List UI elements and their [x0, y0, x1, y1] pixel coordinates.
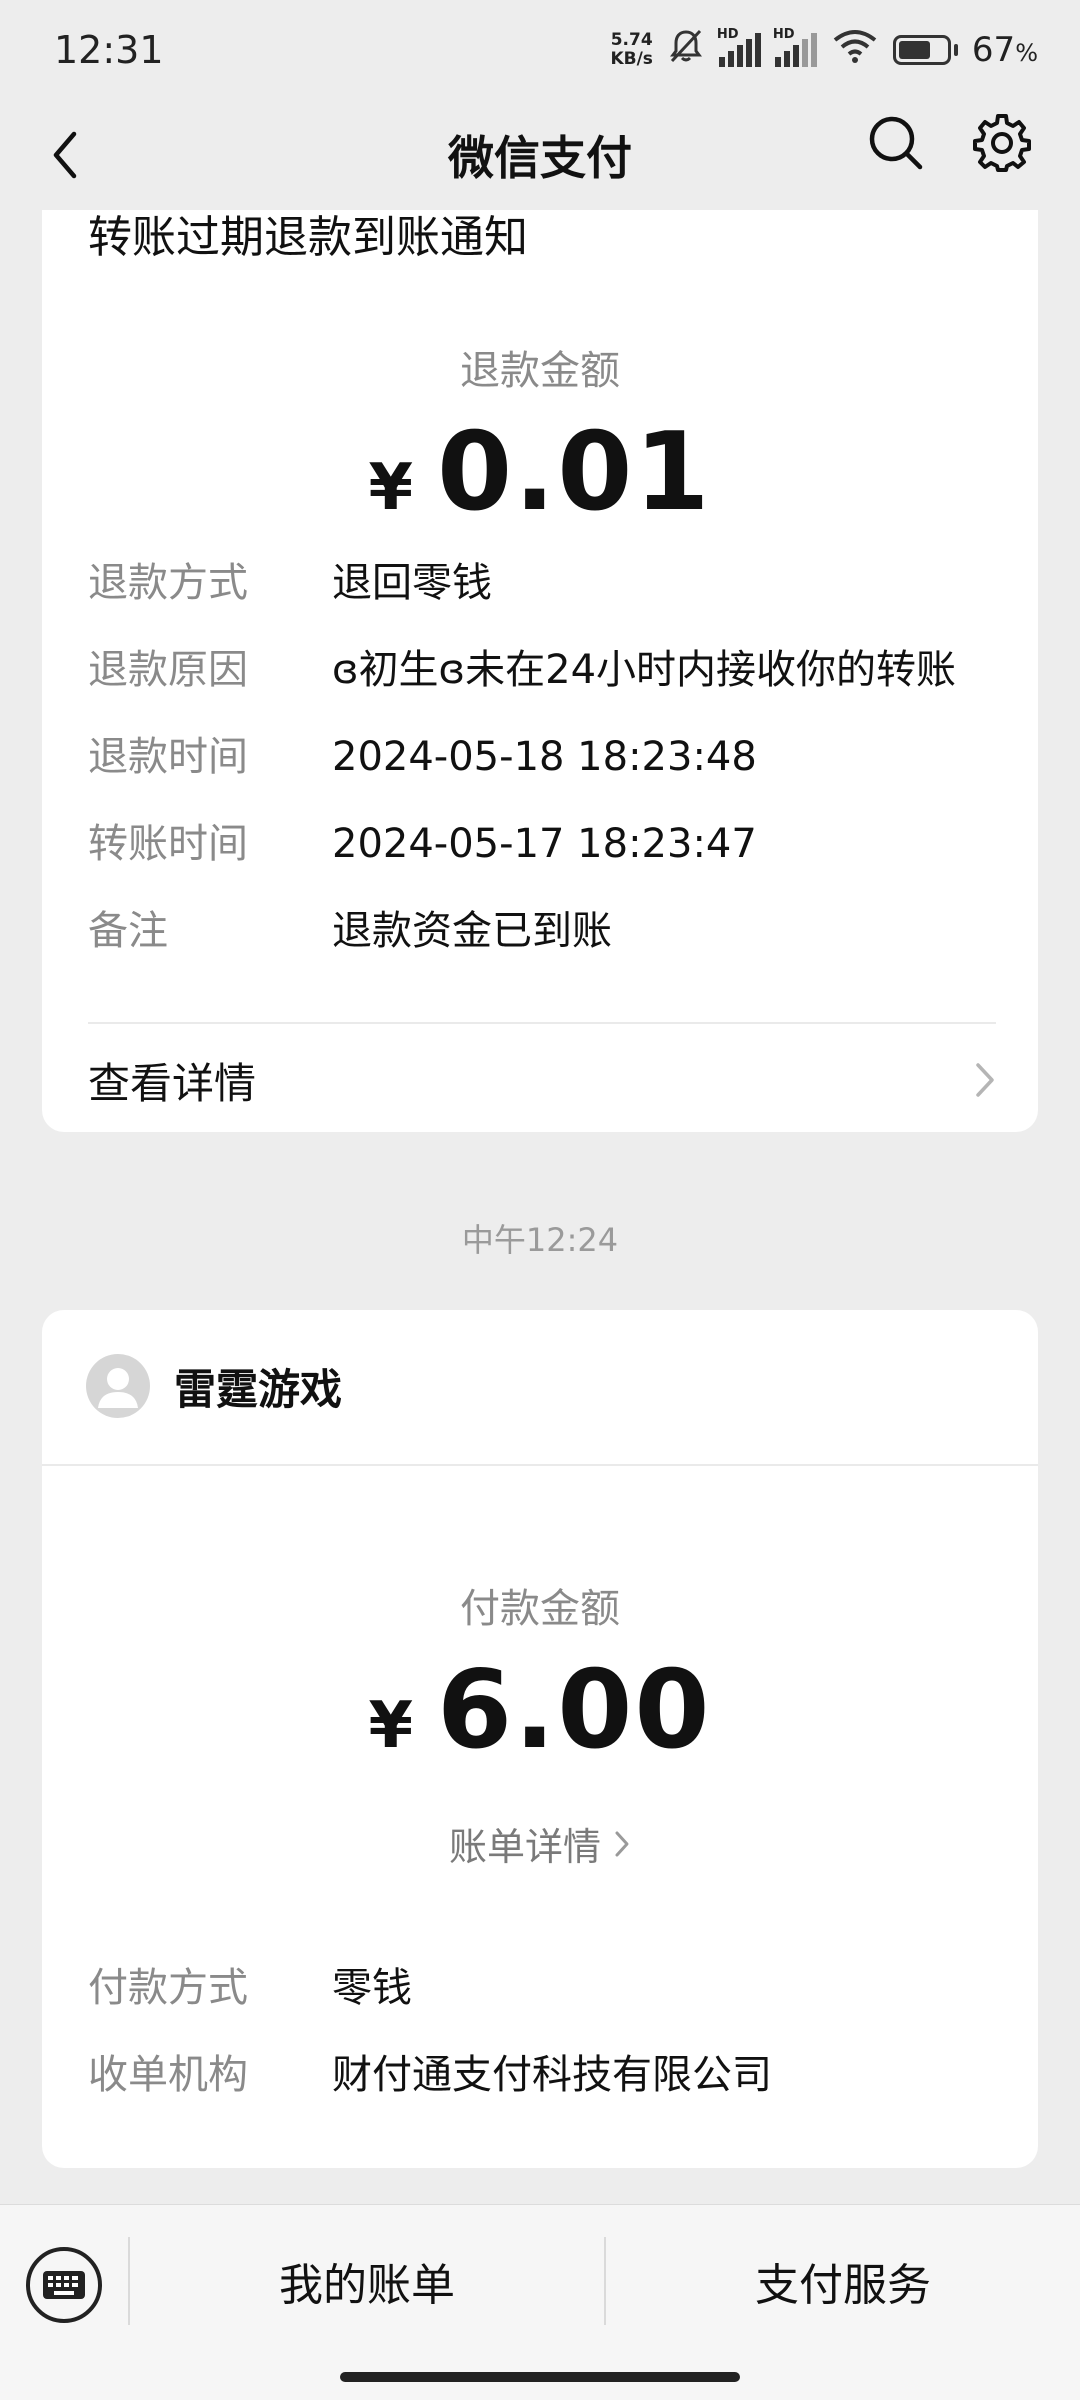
status-icons: 5.74 KB/s HD HD 67% — [610, 27, 1038, 74]
keyboard-icon — [43, 2271, 85, 2299]
chevron-right-icon — [615, 1831, 629, 1856]
pay-services-button[interactable]: 支付服务 — [606, 2237, 1080, 2325]
user-icon — [98, 1368, 138, 1408]
hd-label: HD — [772, 27, 795, 42]
battery-percent: 67% — [972, 30, 1038, 70]
row-key: 备注 — [88, 908, 168, 954]
search-button[interactable] — [866, 113, 926, 177]
refund-row-reason: 退款原因 ɞ初生ɞ未在24小时内接收你的转账 — [88, 644, 956, 696]
refund-amount-label: 退款金额 — [460, 348, 620, 394]
payment-currency-symbol: ¥ — [368, 1689, 414, 1763]
refund-row-transfer-time: 转账时间 2024-05-17 18:23:47 — [88, 818, 757, 870]
row-value: ɞ初生ɞ未在24小时内接收你的转账 — [332, 647, 957, 693]
refund-notification-card[interactable]: 转账过期退款到账通知 退款金额 ¥ 0.01 退款方式 退回零钱 退款原因 ɞ初… — [42, 210, 1038, 1132]
refund-row-note: 备注 退款资金已到账 — [88, 905, 612, 957]
view-details-label: 查看详情 — [88, 1058, 257, 1108]
search-icon — [869, 116, 923, 170]
bill-detail-label: 账单详情 — [448, 1825, 601, 1869]
row-key: 收单机构 — [88, 2052, 248, 2098]
chevron-right-icon — [976, 1063, 994, 1097]
battery-unit: % — [1015, 39, 1038, 67]
gear-icon — [973, 114, 1031, 172]
refund-amount-value: 0.01 — [437, 410, 712, 535]
network-speed-value: 5.74 — [610, 30, 653, 50]
signal-icon: HD — [717, 27, 761, 67]
network-speed-unit: KB/s — [610, 49, 653, 69]
battery-icon — [892, 35, 958, 65]
avatar — [86, 1354, 150, 1418]
row-value: 2024-05-18 18:23:48 — [332, 734, 757, 780]
refund-card-title: 转账过期退款到账通知 — [88, 212, 528, 263]
row-value: 零钱 — [332, 1965, 412, 2011]
signal-icon-2: HD — [773, 27, 817, 67]
refund-row-refund-time: 退款时间 2024-05-18 18:23:48 — [88, 731, 757, 783]
payment-amount-label: 付款金额 — [460, 1586, 620, 1632]
payment-amount: ¥ 6.00 — [42, 1648, 1038, 1773]
status-time: 12:31 — [54, 28, 164, 72]
chevron-left-icon — [53, 131, 77, 179]
row-value: 退回零钱 — [332, 560, 492, 606]
settings-button[interactable] — [972, 112, 1032, 176]
message-timestamp: 中午12:24 — [461, 1221, 619, 1259]
payment-row-acquirer: 收单机构 财付通支付科技有限公司 — [88, 2049, 772, 2101]
refund-currency-symbol: ¥ — [368, 451, 414, 525]
bill-detail-link[interactable]: 账单详情 — [42, 1816, 1038, 1871]
wifi-icon — [831, 28, 879, 73]
home-indicator[interactable] — [340, 2372, 740, 2382]
divider — [42, 1464, 1038, 1466]
row-value: 财付通支付科技有限公司 — [332, 2052, 772, 2098]
payment-row-method: 付款方式 零钱 — [88, 1962, 412, 2014]
divider — [88, 1022, 996, 1024]
view-details-link[interactable]: 查看详情 — [88, 1046, 996, 1114]
mute-bell-icon — [667, 27, 705, 74]
page-title: 微信支付 — [448, 131, 632, 185]
row-key: 转账时间 — [88, 821, 248, 867]
battery-value: 67 — [971, 30, 1016, 70]
row-key: 退款原因 — [88, 647, 248, 693]
merchant-name: 雷霆游戏 — [174, 1364, 343, 1414]
hd-label: HD — [716, 27, 739, 42]
my-bills-button[interactable]: 我的账单 — [130, 2237, 604, 2325]
payment-card[interactable]: 雷霆游戏 付款金额 ¥ 6.00 账单详情 付款方式 零钱 收单机构 财付通支付… — [42, 1310, 1038, 2168]
refund-row-method: 退款方式 退回零钱 — [88, 557, 492, 609]
keyboard-toggle-button[interactable] — [26, 2247, 102, 2323]
payment-amount-value: 6.00 — [437, 1648, 712, 1773]
row-key: 退款时间 — [88, 734, 248, 780]
back-button[interactable] — [38, 128, 92, 182]
status-bar: 12:31 5.74 KB/s HD HD 67% — [0, 0, 1080, 100]
row-key: 退款方式 — [88, 560, 248, 606]
bottom-menu-bar: 我的账单 支付服务 — [0, 2204, 1080, 2400]
refund-amount: ¥ 0.01 — [42, 410, 1038, 535]
merchant-header[interactable]: 雷霆游戏 — [86, 1354, 342, 1418]
row-value: 2024-05-17 18:23:47 — [332, 821, 757, 867]
row-value: 退款资金已到账 — [332, 908, 612, 954]
network-speed: 5.74 KB/s — [610, 31, 652, 69]
row-key: 付款方式 — [88, 1965, 248, 2011]
